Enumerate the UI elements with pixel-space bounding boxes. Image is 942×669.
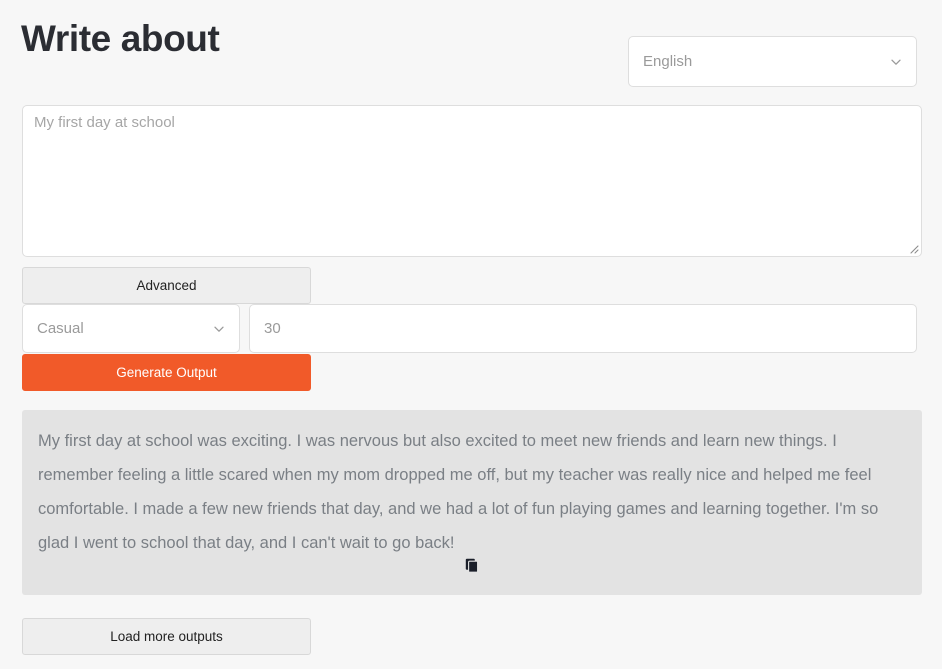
length-input-placeholder: 30 xyxy=(264,320,281,337)
output-panel: My first day at school was exciting. I w… xyxy=(22,410,922,595)
language-select[interactable]: English xyxy=(628,36,917,87)
chevron-down-icon xyxy=(213,323,225,335)
tone-select[interactable]: Casual xyxy=(22,304,240,353)
generate-output-button[interactable]: Generate Output xyxy=(22,354,311,391)
chevron-down-icon xyxy=(890,56,902,68)
output-text: My first day at school was exciting. I w… xyxy=(38,432,879,552)
copy-icon[interactable] xyxy=(465,558,480,573)
tone-select-value: Casual xyxy=(37,320,84,337)
header: Write about English xyxy=(0,0,942,100)
prompt-placeholder: My first day at school xyxy=(34,114,175,131)
language-select-value: English xyxy=(643,53,693,70)
page-title: Write about xyxy=(21,18,220,59)
resize-grip-icon[interactable] xyxy=(906,241,919,254)
copy-button[interactable] xyxy=(22,558,922,573)
length-input[interactable]: 30 xyxy=(249,304,917,353)
prompt-textarea[interactable]: My first day at school xyxy=(22,105,922,257)
advanced-button[interactable]: Advanced xyxy=(22,267,311,304)
load-more-outputs-button[interactable]: Load more outputs xyxy=(22,618,311,655)
